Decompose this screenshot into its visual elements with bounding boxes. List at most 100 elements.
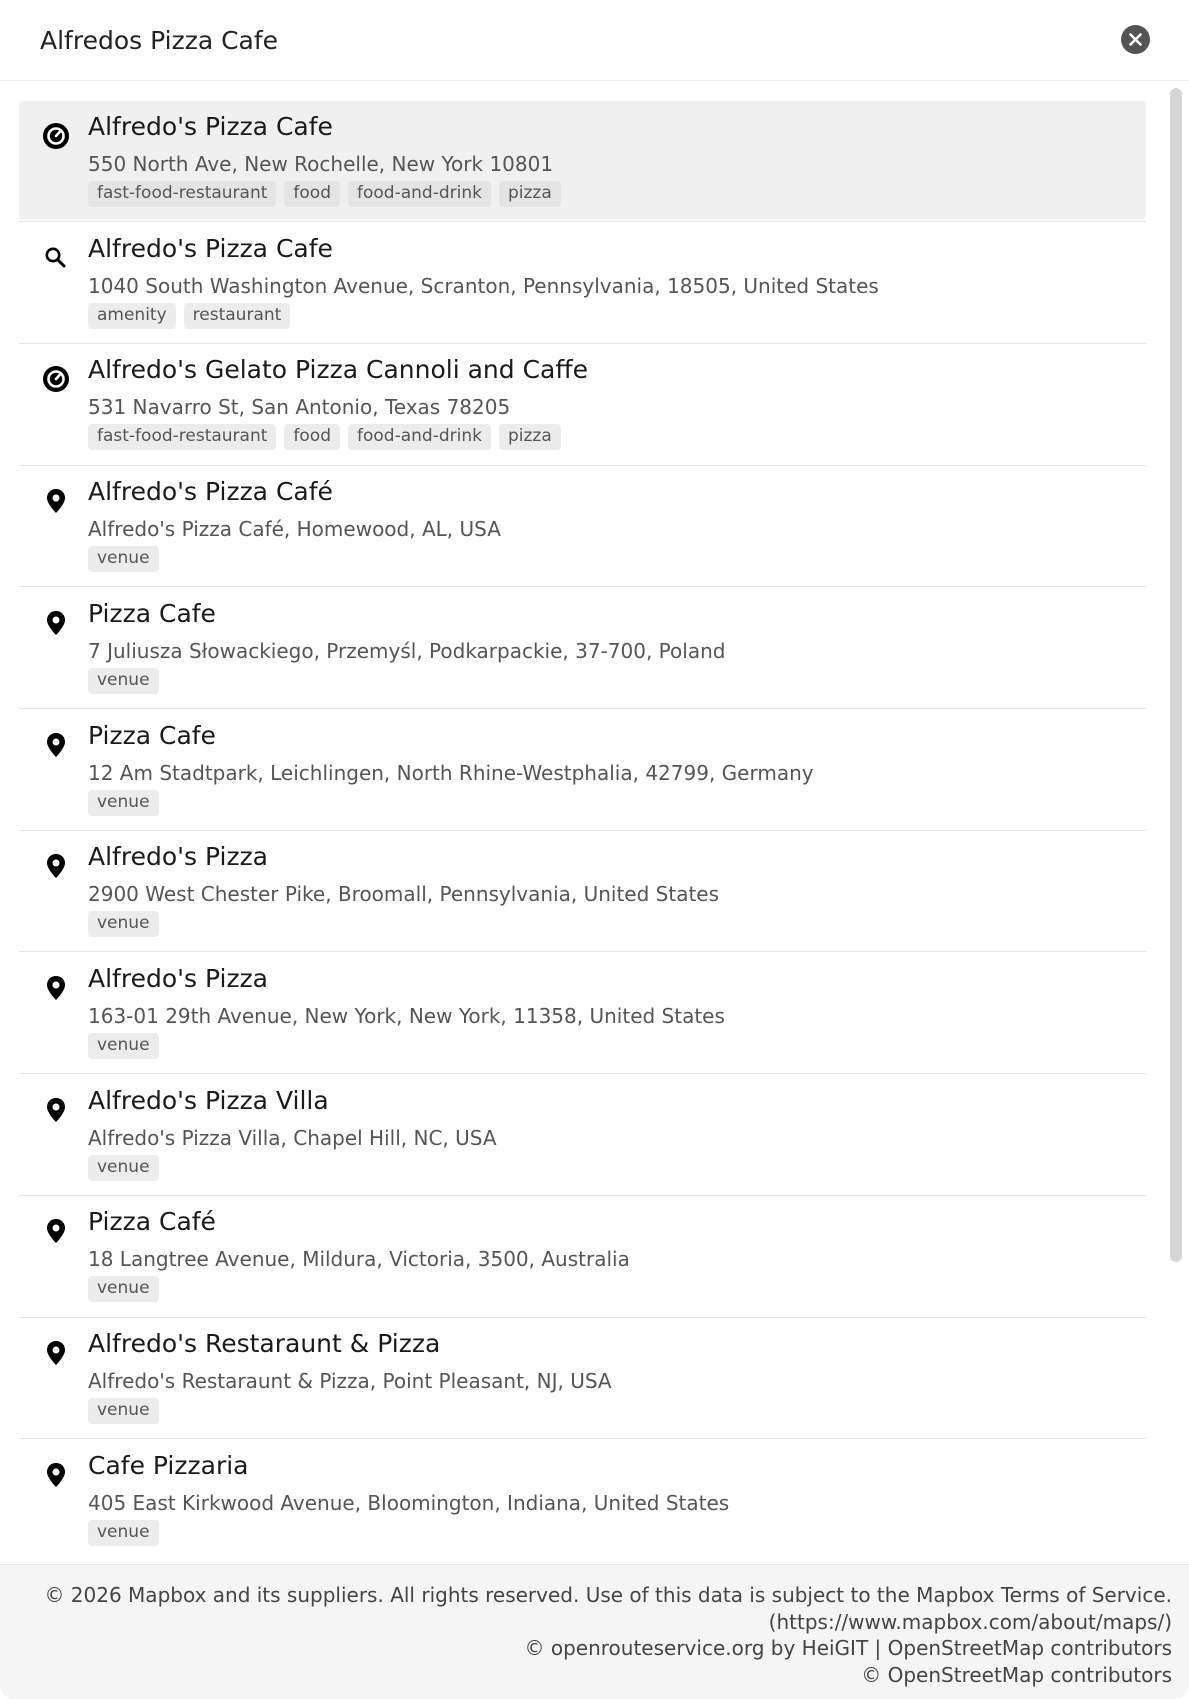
result-tags: venue [88,789,159,816]
result-name: Cafe Pizzaria [88,1450,249,1480]
result-address: 7 Juliusza Słowackiego, Przemyśl, Podkar… [88,638,726,663]
result-tags: fast-food-restaurant food food-and-drink pi… [88,181,561,207]
result-tags: fast-food-restaurant food food-and-drink pi… [88,424,561,451]
result-tags: venue [88,1398,159,1424]
result-address: 550 North Ave, New Rochelle, New York 10… [88,152,554,176]
category-tag: food [284,424,340,451]
pin-icon [41,486,71,516]
category-tag: pizza [498,181,561,207]
result-address: 1040 South Washington Avenue, Scranton, … [88,273,879,298]
category-tag: food-and-drink [348,424,491,451]
result-name: Alfredo's Restaraunt & Pizza [88,1329,441,1358]
category-tag: venue [88,546,159,573]
result-divider [19,1438,1146,1440]
category-tag: pizza [498,424,561,451]
pin-icon [41,1216,71,1246]
result-tags: amenity restaurant [88,302,291,329]
result-address: Alfredo's Pizza Villa, Chapel Hill, NC, … [88,1125,497,1150]
result-address: 12 Am Stadtpark, Leichlingen, North Rhin… [88,760,814,785]
result-item[interactable]: Alfredo's Pizza 163-01 29th Avenue, New Y… [19,953,1146,1071]
result-item[interactable]: Pizza Café 18 Langtree Avenue, Mildura, V… [19,1196,1146,1314]
result-name: Pizza Cafe [88,720,216,750]
category-tag: venue [88,911,159,938]
result-name: Alfredo's Pizza [88,842,269,872]
attribution-line: © OpenStreetMap contributors [861,1662,1172,1687]
result-address: 531 Navarro St, San Antonio, Texas 78205 [88,395,511,420]
category-tag: restaurant [183,302,291,329]
pin-icon [41,973,71,1003]
category-tag: venue [88,1519,159,1546]
category-tag: fast-food-restaurant [88,424,277,451]
result-divider [19,221,1146,223]
category-tag: venue [88,1032,159,1059]
result-item[interactable]: Alfredo's Pizza Café Alfredo's Pizza Café… [19,466,1146,584]
result-name: Alfredo's Pizza Cafe [88,112,333,141]
attribution-line: © openrouteservice.org by HeiGIT | OpenS… [524,1636,1173,1660]
result-tags: venue [88,1519,159,1546]
result-tags: venue [88,1032,159,1059]
result-divider [19,829,1146,831]
search-icon [41,243,71,273]
result-divider [19,342,1146,344]
result-name: Alfredo's Pizza [88,963,269,993]
result-item[interactable]: Pizza Cafe 12 Am Stadtpark, Leichlingen, … [19,710,1146,828]
result-item[interactable]: Alfredo's Restaraunt & Pizza Alfredo's Re… [19,1318,1146,1436]
result-address: 405 East Kirkwood Avenue, Bloomington, I… [88,1490,730,1515]
attribution-footer: © 2026 Mapbox and its suppliers. All rig… [0,1564,1189,1699]
category-tag: venue [88,1398,159,1424]
result-divider [19,951,1146,953]
category-tag: venue [88,789,159,816]
result-item[interactable]: Alfredo's Pizza Cafe 550 North Ave, New R… [19,101,1146,219]
category-tag: venue [88,1276,159,1303]
result-divider [19,464,1146,466]
result-tags: venue [88,667,159,694]
result-address: Alfredo's Pizza Café, Homewood, AL, USA [88,517,501,542]
search-header [0,0,1189,81]
pin-icon [41,608,71,638]
result-name: Alfredo's Gelato Pizza Cannoli and Caffe [88,355,588,385]
scrollbar-thumb[interactable] [1170,88,1182,1262]
pin-icon [41,1095,71,1125]
results-list: Alfredo's Pizza Cafe 550 North Ave, New R… [0,82,1160,1564]
result-address: 18 Langtree Avenue, Mildura, Victoria, 3… [88,1247,630,1272]
result-divider [19,1073,1146,1075]
result-divider [19,586,1146,588]
pin-icon [41,851,71,881]
result-tags: venue [88,546,159,573]
result-item[interactable]: Pizza Cafe 7 Juliusza Słowackiego, Przemy… [19,588,1146,706]
attribution-line: © 2026 Mapbox and its suppliers. All rig… [44,1583,1172,1607]
pin-icon [41,1460,71,1490]
result-tags: venue [88,911,159,938]
close-icon [1129,33,1142,46]
category-tag: venue [88,667,159,694]
poi-icon [41,364,71,394]
result-divider [19,708,1146,709]
category-tag: food [284,181,340,207]
result-divider [19,1194,1146,1196]
result-address: 163-01 29th Avenue, New York, New York, … [88,1003,725,1028]
result-tags: venue [88,1276,159,1303]
result-item[interactable]: Alfredo's Pizza Villa Alfredo's Pizza Vil… [19,1075,1146,1193]
result-name: Alfredo's Pizza Café [88,477,333,507]
result-name: Alfredo's Pizza Cafe [88,233,333,263]
result-item[interactable]: Alfredo's Gelato Pizza Cannoli and Caffe… [19,344,1146,462]
result-item[interactable]: Alfredo's Pizza Cafe 1040 South Washingto… [19,223,1146,341]
poi-icon [41,121,71,151]
category-tag: venue [88,1154,159,1181]
category-tag: food-and-drink [348,181,491,207]
pin-icon [41,1338,71,1368]
search-input[interactable] [40,22,1100,58]
result-name: Pizza Cafe [88,598,216,628]
search-panel: Alfredo's Pizza Cafe 550 North Ave, New R… [0,0,1189,1699]
result-address: Alfredo's Restaraunt & Pizza, Point Plea… [88,1369,612,1393]
result-item[interactable]: Cafe Pizzaria 405 East Kirkwood Avenue, B… [19,1440,1146,1558]
result-item[interactable]: Alfredo's Pizza 2900 West Chester Pike, B… [19,831,1146,949]
result-divider [19,1316,1146,1318]
close-button[interactable] [1121,25,1150,54]
result-tags: venue [88,1154,159,1181]
attribution-line: (https://www.mapbox.com/about/maps/) [768,1609,1172,1634]
category-tag: fast-food-restaurant [88,181,277,207]
pin-icon [41,730,71,760]
result-name: Alfredo's Pizza Villa [88,1085,329,1115]
category-tag: amenity [88,302,176,329]
